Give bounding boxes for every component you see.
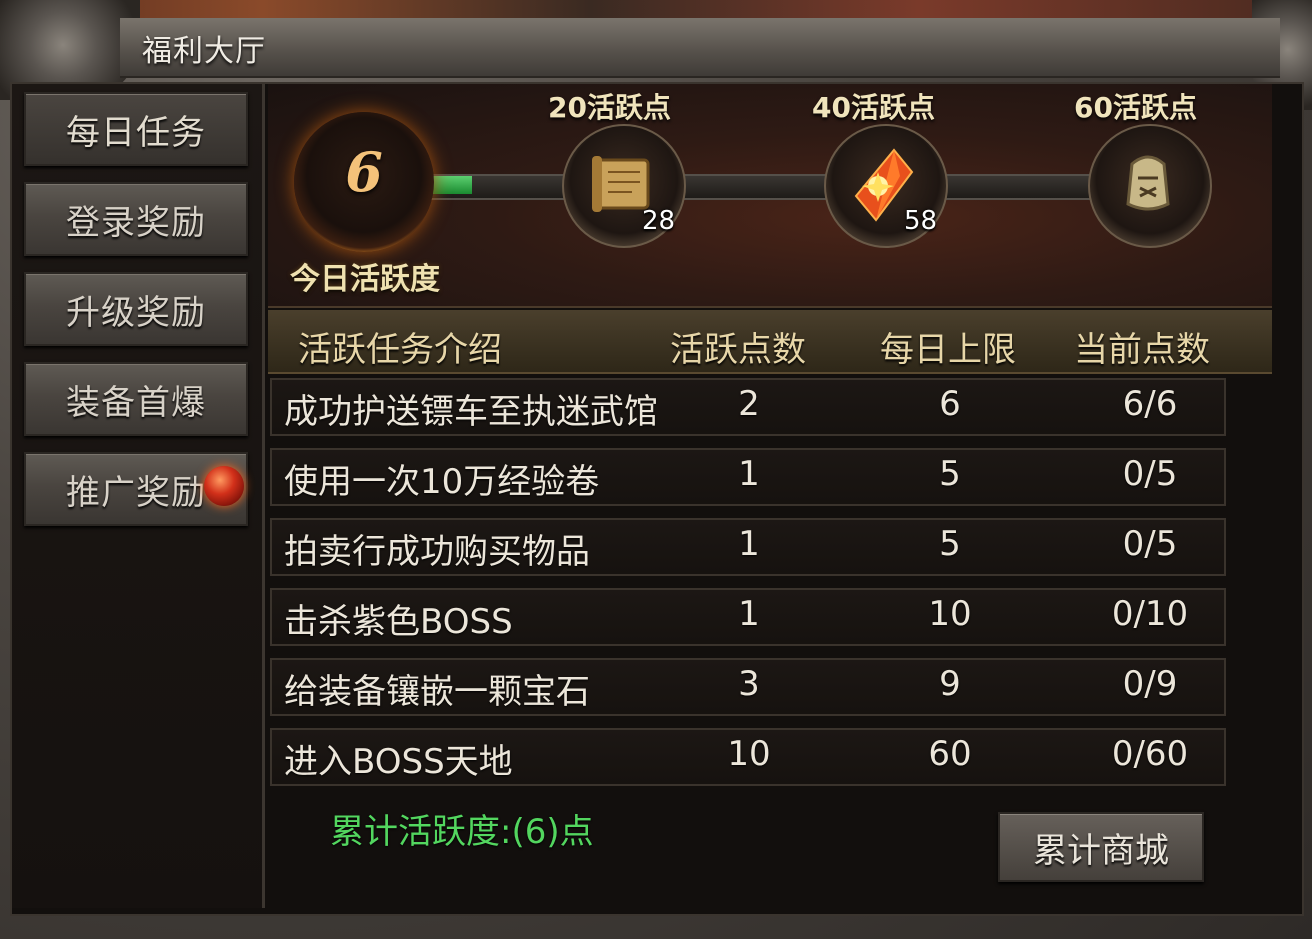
task-current: 0/60 <box>1111 734 1189 774</box>
task-limit: 5 <box>939 454 961 494</box>
header-task-description: 活跃任务介绍 <box>298 330 502 370</box>
task-name: 成功护送镖车至执迷武馆 <box>284 392 658 432</box>
cumulative-shop-button[interactable]: 累计商城 <box>998 812 1204 882</box>
task-current: 6/6 <box>1122 384 1178 424</box>
task-current: 0/5 <box>1122 454 1178 494</box>
milestone-60-label: 60活跃点 <box>1074 91 1197 124</box>
task-points: 1 <box>738 524 760 564</box>
notification-dot-icon <box>204 466 244 506</box>
task-points: 10 <box>727 734 771 774</box>
task-points: 1 <box>738 594 760 634</box>
task-points: 3 <box>738 664 760 704</box>
task-points: 2 <box>738 384 760 424</box>
milestone-20-label: 20活跃点 <box>548 91 671 124</box>
activity-today-label: 今日活跃度 <box>290 262 440 297</box>
bell-icon <box>1104 140 1192 228</box>
header-current-points: 当前点数 <box>1074 330 1210 370</box>
task-name: 使用一次10万经验卷 <box>284 462 600 502</box>
task-limit: 6 <box>939 384 961 424</box>
milestone-40-count: 58 <box>904 206 938 236</box>
header-daily-limit: 每日上限 <box>880 330 1016 370</box>
window-title: 福利大厅 <box>142 34 266 69</box>
task-current: 0/5 <box>1122 524 1178 564</box>
milestone-40-label: 40活跃点 <box>812 91 935 124</box>
header-activity-points: 活跃点数 <box>670 330 806 370</box>
task-name: 进入BOSS天地 <box>284 742 513 782</box>
sidebar-item-login-rewards[interactable]: 登录奖励 <box>24 182 248 256</box>
task-name: 给装备镶嵌一颗宝石 <box>284 672 590 712</box>
total-activity-text: 累计活跃度:(6)点 <box>330 812 594 852</box>
task-name: 拍卖行成功购买物品 <box>284 532 590 572</box>
task-limit: 9 <box>939 664 961 704</box>
task-current: 0/9 <box>1122 664 1178 704</box>
sidebar-item-daily-tasks[interactable]: 每日任务 <box>24 92 248 166</box>
progress-fill <box>432 176 472 194</box>
task-limit: 60 <box>928 734 972 774</box>
progress-track <box>430 174 1114 200</box>
task-limit: 10 <box>928 594 972 634</box>
task-points: 1 <box>738 454 760 494</box>
top-decoration <box>0 0 1312 18</box>
milestone-20-count: 28 <box>642 206 676 236</box>
task-name: 击杀紫色BOSS <box>284 602 513 642</box>
title-bar[interactable] <box>120 18 1280 78</box>
task-limit: 5 <box>939 524 961 564</box>
activity-current-value: 6 <box>345 140 383 204</box>
sidebar-item-equip-first-drop[interactable]: 装备首爆 <box>24 362 248 436</box>
sidebar-item-levelup-rewards[interactable]: 升级奖励 <box>24 272 248 346</box>
task-current: 0/10 <box>1111 594 1189 634</box>
